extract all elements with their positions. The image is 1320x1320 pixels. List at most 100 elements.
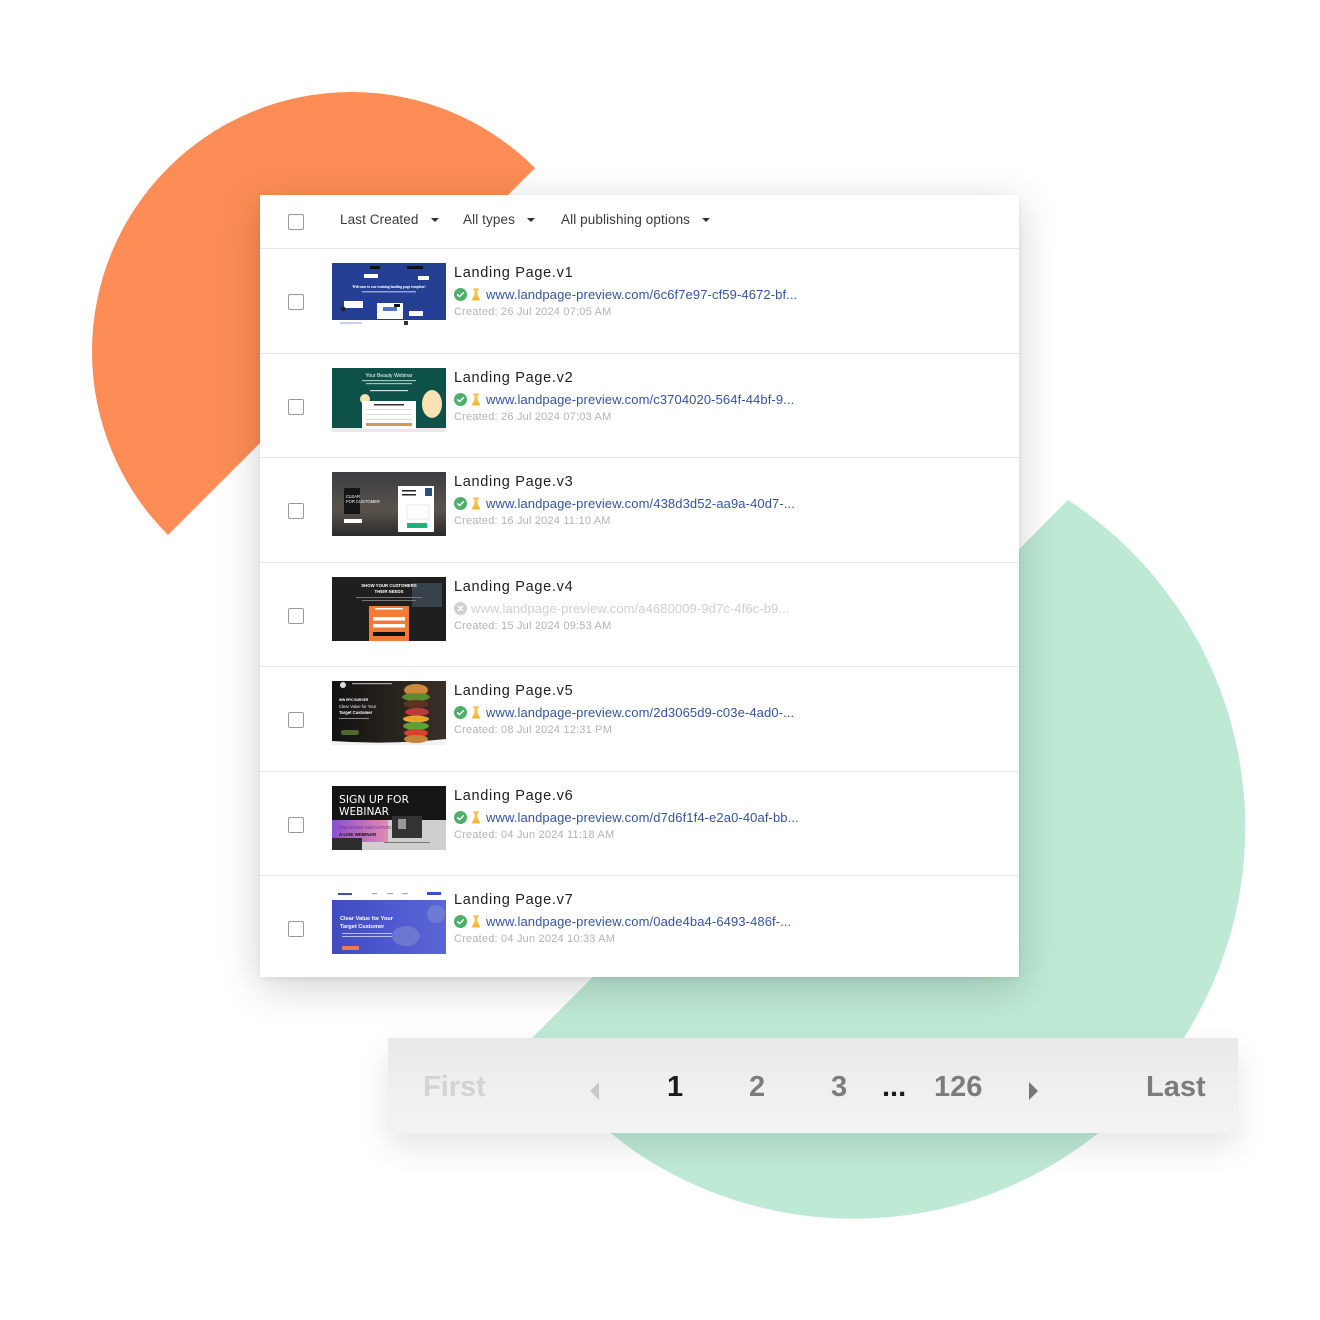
page-url-line: www.landpage-preview.com/a4680009-9d7c-4…	[454, 601, 790, 616]
svg-text:WEBINAR: WEBINAR	[339, 805, 389, 818]
page-thumbnail[interactable]: Clear Value for Your Target Customer	[332, 890, 446, 954]
page-thumbnail[interactable]: SIGN UP FOR WEBINAR UNLOCKING INNOVATION…	[332, 785, 446, 850]
row-select-checkbox[interactable]	[288, 712, 304, 728]
page-title[interactable]: Landing Page.v5	[454, 683, 573, 699]
page-url-line: www.landpage-preview.com/6c6f7e97-cf59-4…	[454, 287, 797, 302]
page-3-button[interactable]: 3	[831, 1072, 847, 1102]
thumbnail-preview-image: Your Beauty Webinar	[332, 367, 446, 432]
page-title[interactable]: Landing Page.v6	[454, 788, 573, 804]
thumbnail-preview-image: SIGN UP FOR WEBINAR UNLOCKING INNOVATION…	[332, 785, 446, 850]
row-select-checkbox[interactable]	[288, 816, 304, 833]
svg-text:UNLOCKING INNOVATION:: UNLOCKING INNOVATION:	[339, 825, 392, 830]
ab-test-flask-icon	[472, 392, 480, 406]
page-row[interactable]: Clear Value for Your Target Customer Lan…	[260, 876, 1019, 980]
publishing-filter-label: All publishing options	[561, 212, 691, 227]
sort-dropdown-label: Last Created	[340, 212, 419, 227]
published-check-icon	[454, 288, 467, 301]
created-date: Created: 04 Jun 2024 10:33 AM	[454, 933, 616, 945]
ab-test-flask-icon	[472, 497, 480, 510]
page-thumbnail[interactable]: Welcome to our training landing page tem…	[332, 263, 446, 327]
last-page-button[interactable]: Last	[1146, 1072, 1206, 1102]
page-row[interactable]: SIGN UP FOR WEBINAR UNLOCKING INNOVATION…	[260, 772, 1019, 876]
page-row[interactable]: Welcome to our training landing page tem…	[260, 249, 1019, 354]
page-title[interactable]: Landing Page.v4	[454, 579, 573, 595]
type-filter-dropdown[interactable]: All types	[463, 212, 535, 227]
created-date: Created: 08 Jul 2024 12:31 PM	[454, 724, 613, 736]
page-preview-link[interactable]: www.landpage-preview.com/438d3d52-aa9a-4…	[486, 496, 795, 511]
svg-text:Clear Value for Your: Clear Value for Your	[340, 916, 394, 922]
page-2-button[interactable]: 2	[749, 1072, 765, 1102]
caret-down-icon	[702, 217, 711, 222]
row-select-checkbox[interactable]	[288, 921, 304, 937]
page-preview-link[interactable]: www.landpage-preview.com/a4680009-9d7c-4…	[471, 601, 790, 616]
svg-text:Target Customer: Target Customer	[339, 710, 373, 715]
type-filter-label: All types	[463, 212, 515, 227]
page-row[interactable]: WIN EPIC BURGER Clear Value for Your Tar…	[260, 667, 1019, 772]
created-date: Created: 15 Jul 2024 09:53 AM	[454, 619, 612, 632]
page-title[interactable]: Landing Page.v3	[454, 474, 573, 490]
page-row[interactable]: SHOW YOUR CUSTOMERS THEIR NEEDS Landing …	[260, 563, 1019, 667]
ab-test-flask-icon	[472, 810, 480, 824]
published-check-icon	[454, 810, 467, 824]
page-url-line: www.landpage-preview.com/c3704020-564f-4…	[454, 392, 794, 407]
caret-down-icon	[430, 217, 439, 222]
last-page-number-button[interactable]: 126	[934, 1072, 982, 1102]
svg-text:SHOW YOUR CUSTOMERS: SHOW YOUR CUSTOMERS	[361, 583, 417, 588]
thumbnail-preview-image: SHOW YOUR CUSTOMERS THEIR NEEDS	[332, 576, 446, 641]
thumbnail-preview-image: CLEAR FOR CUSTOMER	[332, 472, 446, 536]
page-thumbnail[interactable]: Your Beauty Webinar	[332, 367, 446, 432]
first-page-button[interactable]: First	[423, 1072, 486, 1102]
page-row[interactable]: CLEAR FOR CUSTOMER Landing Page.v3 www.l…	[260, 458, 1019, 563]
ab-test-flask-icon	[472, 706, 480, 719]
svg-text:WIN EPIC BURGER: WIN EPIC BURGER	[339, 698, 369, 702]
ab-test-flask-icon	[472, 288, 480, 301]
page-preview-link[interactable]: www.landpage-preview.com/c3704020-564f-4…	[486, 392, 794, 407]
next-page-arrow-icon[interactable]	[1029, 1082, 1038, 1100]
ab-test-flask-icon	[472, 915, 480, 928]
thumbnail-preview-image: Welcome to our training landing page tem…	[332, 263, 446, 327]
svg-text:Your Beauty Webinar: Your Beauty Webinar	[366, 373, 413, 379]
page-thumbnail[interactable]: CLEAR FOR CUSTOMER	[332, 472, 446, 536]
row-select-checkbox[interactable]	[288, 294, 304, 310]
page-1-button[interactable]: 1	[667, 1072, 683, 1102]
page-thumbnail[interactable]: SHOW YOUR CUSTOMERS THEIR NEEDS	[332, 576, 446, 641]
published-check-icon	[454, 392, 467, 406]
page-title[interactable]: Landing Page.v1	[454, 265, 573, 281]
caret-down-icon	[526, 217, 535, 222]
svg-text:FOR CUSTOMER: FOR CUSTOMER	[346, 499, 380, 504]
list-toolbar: Last Created All types All publishing op…	[260, 195, 1019, 249]
page-preview-link[interactable]: www.landpage-preview.com/2d3065d9-c03e-4…	[486, 705, 794, 720]
svg-text:Welcome to our training landin: Welcome to our training landing page tem…	[352, 285, 425, 289]
page-title[interactable]: Landing Page.v2	[454, 370, 573, 386]
page-thumbnail[interactable]: WIN EPIC BURGER Clear Value for Your Tar…	[332, 681, 446, 745]
page-row[interactable]: Your Beauty Webinar Landing Page.v2 www.…	[260, 354, 1019, 458]
pagination: First 1 2 3 ... 126 Last	[388, 1038, 1238, 1133]
thumbnail-preview-image: Clear Value for Your Target Customer	[332, 890, 446, 954]
page-url-line: www.landpage-preview.com/0ade4ba4-6493-4…	[454, 914, 791, 929]
page-preview-link[interactable]: www.landpage-preview.com/d7d6f1f4-e2a0-4…	[486, 810, 799, 825]
published-check-icon	[454, 497, 467, 510]
svg-text:A LIVE WEBINAR: A LIVE WEBINAR	[339, 832, 377, 837]
page-url-line: www.landpage-preview.com/438d3d52-aa9a-4…	[454, 496, 795, 511]
prev-page-arrow-icon[interactable]	[590, 1082, 599, 1100]
page-preview-link[interactable]: www.landpage-preview.com/0ade4ba4-6493-4…	[486, 914, 791, 929]
unpublished-x-icon	[454, 601, 467, 615]
sort-dropdown[interactable]: Last Created	[340, 212, 439, 227]
pagination-ellipsis: ...	[882, 1071, 907, 1103]
row-select-checkbox[interactable]	[288, 398, 304, 415]
svg-text:THEIR NEEDS: THEIR NEEDS	[375, 589, 404, 594]
page-preview-link[interactable]: www.landpage-preview.com/6c6f7e97-cf59-4…	[486, 287, 797, 302]
row-select-checkbox[interactable]	[288, 503, 304, 519]
select-all-checkbox[interactable]	[288, 214, 304, 230]
row-select-checkbox[interactable]	[288, 607, 304, 624]
page-url-line: www.landpage-preview.com/2d3065d9-c03e-4…	[454, 705, 794, 720]
page-title[interactable]: Landing Page.v7	[454, 892, 573, 908]
publishing-filter-dropdown[interactable]: All publishing options	[561, 212, 711, 227]
created-date: Created: 16 Jul 2024 11:10 AM	[454, 515, 611, 527]
created-date: Created: 26 Jul 2024 07:05 AM	[454, 306, 612, 318]
created-date: Created: 26 Jul 2024 07:03 AM	[454, 410, 612, 423]
svg-text:Clear Value for Your: Clear Value for Your	[339, 704, 377, 709]
page-rows: Welcome to our training landing page tem…	[260, 249, 1019, 980]
thumbnail-preview-image: WIN EPIC BURGER Clear Value for Your Tar…	[332, 681, 446, 745]
published-check-icon	[454, 706, 467, 719]
